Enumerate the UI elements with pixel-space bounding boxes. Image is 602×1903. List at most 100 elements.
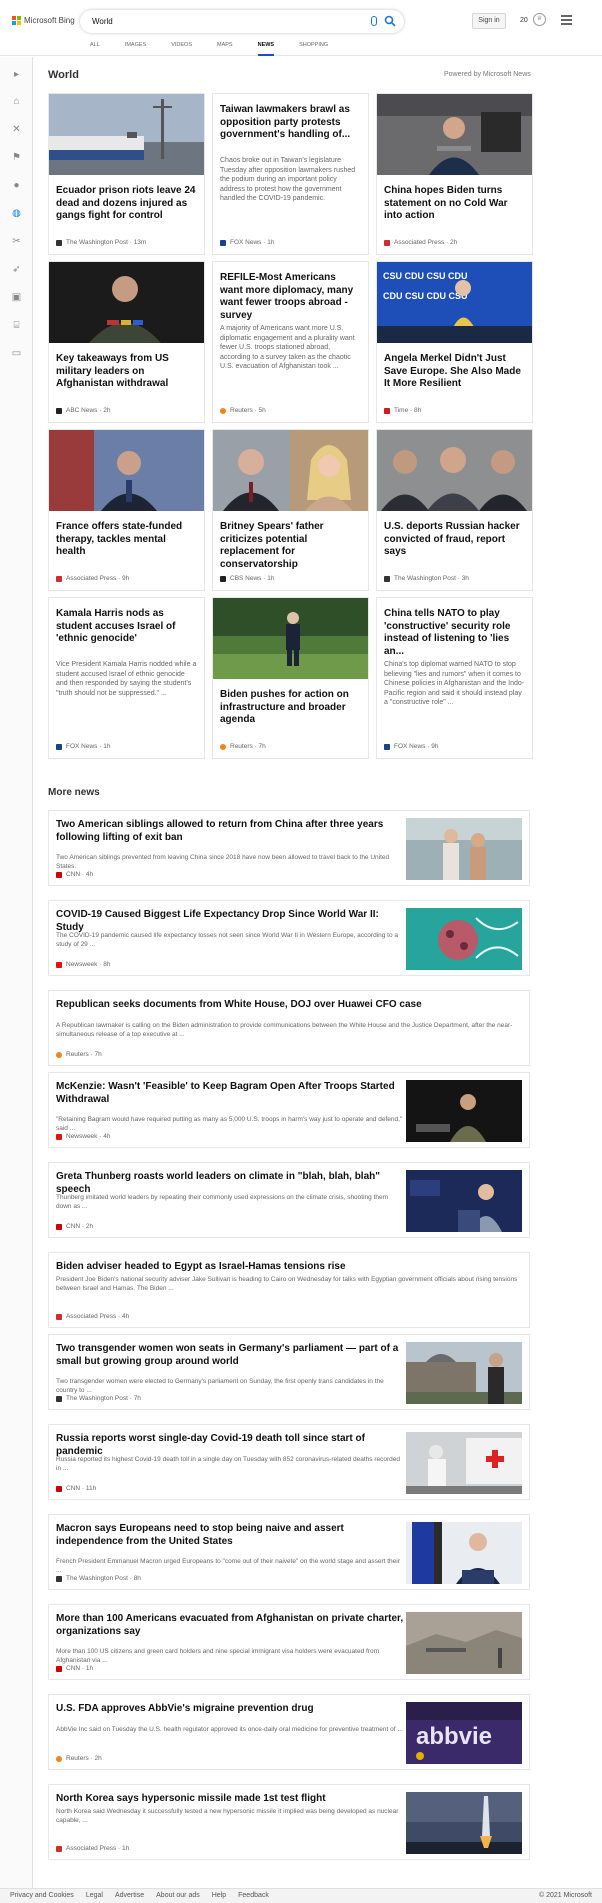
more-news-item[interactable]: Biden adviser headed to Egypt as Israel-… bbox=[48, 1252, 530, 1328]
bing-logo[interactable]: Microsoft Bing bbox=[12, 16, 75, 25]
footer-link-feedback[interactable]: Feedback bbox=[238, 1892, 269, 1899]
news-headline[interactable]: McKenzie: Wasn't 'Feasible' to Keep Bagr… bbox=[56, 1081, 404, 1106]
card-headline[interactable]: Ecuador prison riots leave 24 dead and d… bbox=[56, 185, 197, 223]
top-stories-icon[interactable]: ✕ bbox=[11, 124, 22, 135]
news-card[interactable]: Biden pushes for action on infrastructur… bbox=[212, 597, 369, 759]
bank-icon[interactable]: ⌸ bbox=[11, 320, 22, 331]
more-news-item[interactable]: Two American siblings allowed to return … bbox=[48, 810, 530, 886]
tab-shopping[interactable]: SHOPPING bbox=[299, 42, 328, 56]
news-source: Associated Press · 4h bbox=[56, 1313, 129, 1320]
news-snippet: A Republican lawmaker is calling on the … bbox=[56, 1022, 513, 1038]
news-card[interactable]: China hopes Biden turns statement on no … bbox=[376, 93, 533, 255]
news-card[interactable]: France offers state-funded therapy, tack… bbox=[48, 429, 205, 591]
news-card[interactable]: U.S. deports Russian hacker convicted of… bbox=[376, 429, 533, 591]
news-headline[interactable]: Macron says Europeans need to stop being… bbox=[56, 1523, 404, 1548]
news-headline[interactable]: More than 100 Americans evacuated from A… bbox=[56, 1613, 404, 1638]
footer-link-advertise[interactable]: Advertise bbox=[115, 1892, 144, 1899]
news-card[interactable]: CSU CDU CSU CDU CDU CSU CDU CSU Angela Me… bbox=[376, 261, 533, 423]
news-card[interactable]: Kamala Harris nods as student accuses Is… bbox=[48, 597, 205, 759]
news-headline[interactable]: U.S. FDA approves AbbVie's migraine prev… bbox=[56, 1703, 404, 1716]
source-logo-icon bbox=[220, 239, 226, 246]
card-source: Time · 8h bbox=[384, 407, 421, 414]
news-card[interactable]: Britney Spears' father criticizes potent… bbox=[212, 429, 369, 591]
source-logo-icon bbox=[56, 871, 62, 878]
news-headline[interactable]: Two transgender women won seats in Germa… bbox=[56, 1343, 404, 1368]
news-source: The Washington Post · 7h bbox=[56, 1395, 141, 1402]
more-news-item[interactable]: Greta Thunberg roasts world leaders on c… bbox=[48, 1162, 530, 1238]
tab-maps[interactable]: MAPS bbox=[217, 42, 233, 56]
footer-link-privacy[interactable]: Privacy and Cookies bbox=[10, 1892, 74, 1899]
card-headline[interactable]: Taiwan lawmakers brawl as opposition par… bbox=[220, 104, 361, 142]
search-box[interactable]: World bbox=[80, 10, 404, 33]
news-headline[interactable]: Republican seeks documents from White Ho… bbox=[56, 999, 522, 1012]
source-logo-icon bbox=[56, 743, 62, 750]
more-news-item[interactable]: North Korea says hypersonic missile made… bbox=[48, 1784, 530, 1860]
card-headline[interactable]: China tells NATO to play 'constructive' … bbox=[384, 608, 525, 658]
more-news-item[interactable]: COVID-19 Caused Biggest Life Expectancy … bbox=[48, 900, 530, 976]
card-headline[interactable]: Kamala Harris nods as student accuses Is… bbox=[56, 608, 197, 646]
more-news-item[interactable]: Macron says Europeans need to stop being… bbox=[48, 1514, 530, 1590]
news-headline[interactable]: Biden adviser headed to Egypt as Israel-… bbox=[56, 1261, 522, 1274]
expand-chevron-icon[interactable]: ▸ bbox=[11, 69, 22, 80]
more-news-item[interactable]: Republican seeks documents from White Ho… bbox=[48, 990, 530, 1066]
more-news-item[interactable]: Two transgender women won seats in Germa… bbox=[48, 1334, 530, 1410]
source-logo-icon bbox=[56, 1051, 62, 1058]
sign-in-button[interactable]: Sign in bbox=[472, 13, 506, 29]
news-snippet: Two transgender women were elected to Ge… bbox=[56, 1378, 384, 1394]
tools-icon[interactable]: ✂ bbox=[11, 236, 22, 247]
tab-images[interactable]: IMAGES bbox=[125, 42, 146, 56]
microphone-icon[interactable] bbox=[371, 16, 377, 26]
globe-icon[interactable]: ◍ bbox=[11, 208, 22, 219]
movie-icon[interactable]: ▣ bbox=[11, 292, 22, 303]
tab-news[interactable]: NEWS bbox=[257, 42, 274, 56]
footer-link-about-ads[interactable]: About our ads bbox=[156, 1892, 200, 1899]
news-snippet: Two American siblings prevented from lea… bbox=[56, 854, 390, 870]
more-news-item[interactable]: McKenzie: Wasn't 'Feasible' to Keep Bagr… bbox=[48, 1072, 530, 1148]
card-headline[interactable]: Angela Merkel Didn't Just Save Europe. S… bbox=[384, 353, 525, 391]
svg-text:CSU CDU CSU CDU: CSU CDU CSU CDU bbox=[383, 271, 468, 281]
powered-by-text: Powered by Microsoft News bbox=[444, 71, 531, 78]
menu-icon[interactable] bbox=[561, 15, 572, 27]
source-logo-icon bbox=[384, 407, 390, 414]
news-source: Associated Press · 1h bbox=[56, 1845, 129, 1852]
news-headline[interactable]: Two American siblings allowed to return … bbox=[56, 819, 404, 844]
flag-icon[interactable]: ⚑ bbox=[11, 152, 22, 163]
more-news-item[interactable]: Russia reports worst single-day Covid-19… bbox=[48, 1424, 530, 1500]
news-card[interactable]: Taiwan lawmakers brawl as opposition par… bbox=[212, 93, 369, 255]
search-input[interactable]: World bbox=[92, 17, 113, 26]
rewards-trophy-icon[interactable]: ♕ bbox=[533, 13, 546, 26]
source-logo-icon bbox=[56, 1313, 62, 1320]
location-pin-icon[interactable]: ● bbox=[11, 180, 22, 191]
news-card[interactable]: Ecuador prison riots leave 24 dead and d… bbox=[48, 93, 205, 255]
more-news-item[interactable]: More than 100 Americans evacuated from A… bbox=[48, 1604, 530, 1680]
card-headline[interactable]: Biden pushes for action on infrastructur… bbox=[220, 689, 361, 727]
source-logo-icon bbox=[56, 961, 62, 968]
news-thumbnail: abbvie bbox=[406, 1702, 522, 1764]
rocket-icon[interactable]: ➶ bbox=[11, 264, 22, 275]
footer-links: Privacy and Cookies Legal Advertise Abou… bbox=[10, 1892, 281, 1899]
card-headline[interactable]: Key takeaways from US military leaders o… bbox=[56, 353, 197, 391]
more-news-item[interactable]: U.S. FDA approves AbbVie's migraine prev… bbox=[48, 1694, 530, 1770]
page-footer: Privacy and Cookies Legal Advertise Abou… bbox=[0, 1888, 602, 1903]
home-icon[interactable]: ⌂ bbox=[11, 96, 22, 107]
tab-videos[interactable]: VIDEOS bbox=[171, 42, 192, 56]
card-source: ABC News · 2h bbox=[56, 407, 110, 414]
news-headline[interactable]: North Korea says hypersonic missile made… bbox=[56, 1793, 404, 1806]
source-logo-icon bbox=[384, 575, 390, 582]
card-headline[interactable]: U.S. deports Russian hacker convicted of… bbox=[384, 521, 525, 559]
footer-link-legal[interactable]: Legal bbox=[86, 1892, 103, 1899]
money-icon[interactable]: ▭ bbox=[11, 348, 22, 359]
tab-all[interactable]: ALL bbox=[90, 42, 100, 56]
news-card[interactable]: Key takeaways from US military leaders o… bbox=[48, 261, 205, 423]
card-source: Reuters · 5h bbox=[220, 407, 266, 414]
card-headline[interactable]: China hopes Biden turns statement on no … bbox=[384, 185, 525, 223]
card-headline[interactable]: France offers state-funded therapy, tack… bbox=[56, 521, 197, 559]
card-headline[interactable]: REFILE-Most Americans want more diplomac… bbox=[220, 272, 361, 322]
news-thumbnail bbox=[406, 1080, 522, 1142]
card-headline[interactable]: Britney Spears' father criticizes potent… bbox=[220, 521, 361, 571]
rewards-count[interactable]: 20 bbox=[520, 17, 528, 24]
footer-link-help[interactable]: Help bbox=[212, 1892, 226, 1899]
news-card[interactable]: REFILE-Most Americans want more diplomac… bbox=[212, 261, 369, 423]
search-icon[interactable] bbox=[384, 15, 396, 27]
news-card[interactable]: China tells NATO to play 'constructive' … bbox=[376, 597, 533, 759]
